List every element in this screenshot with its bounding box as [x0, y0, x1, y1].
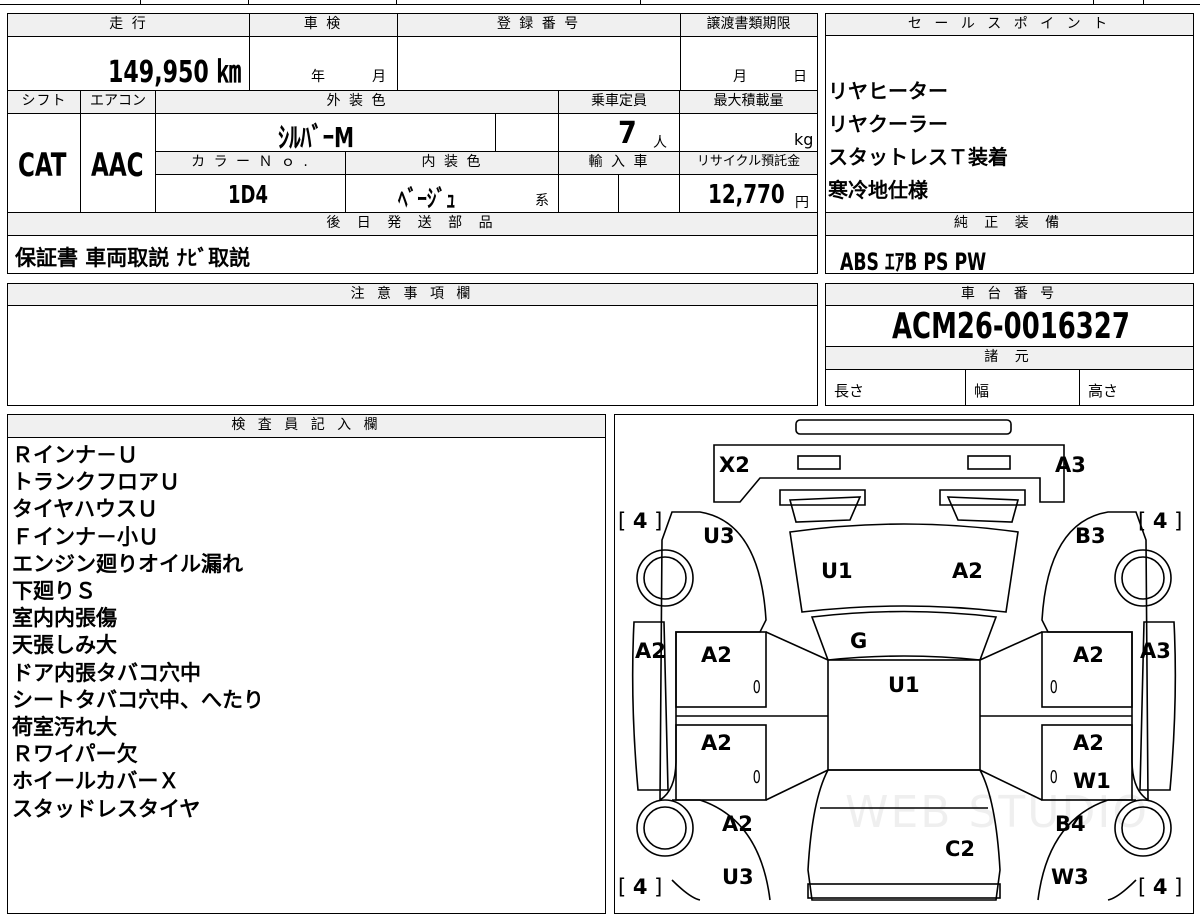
door-zero: 0	[752, 767, 761, 788]
inspector-line: タイヤハウスＵ	[12, 497, 158, 522]
door-zero: 0	[1049, 767, 1058, 788]
recycle-value: 12,770	[708, 180, 785, 210]
max-load-unit: kg	[794, 130, 814, 149]
transfer-day: 日	[793, 69, 807, 85]
sales-point-label: セ ー ル ス ポ イ ン ト	[907, 16, 1112, 32]
inspector-line: 天張しみ大	[12, 633, 117, 658]
capacity-label: 乗車定員	[591, 93, 647, 109]
interior-suffix: 系	[535, 193, 549, 209]
damage-mark: X2	[719, 453, 750, 477]
damage-mark: U3	[722, 865, 754, 889]
damage-mark: B3	[1075, 524, 1106, 548]
vehicle-info-table: 走 行 車 検 登 録 番 号 譲渡書類期限 149,950 ㎞ 年 月 月 日…	[7, 13, 818, 274]
inspector-label: 検 査 員 記 入 欄	[231, 417, 382, 433]
shift-label: シフト	[21, 93, 67, 109]
inspector-line: シートタバコ穴中、へたり	[12, 687, 264, 712]
inspection-month: 月	[372, 69, 386, 85]
damage-mark: A3	[1140, 639, 1171, 663]
mileage-label: 走 行	[109, 16, 148, 32]
spec-width: 幅	[974, 382, 990, 400]
damage-mark: U1	[888, 673, 920, 697]
damage-mark: U3	[703, 524, 735, 548]
inspection-label: 車 検	[303, 16, 343, 32]
chassis-label: 車 台 番 号	[960, 286, 1059, 302]
shift-value: CAT	[18, 146, 67, 184]
inspector-line: ドア内張タバコ穴中	[12, 660, 201, 685]
damage-mark: C2	[945, 837, 976, 861]
recycle-label: リサイクル預託金	[696, 154, 801, 169]
tire-depth-rr: [ 4 ]	[1138, 875, 1183, 899]
mileage-value: 149,950 ㎞	[108, 55, 242, 90]
damage-mark: A2	[635, 639, 666, 663]
car-damage-diagram: [ 4 ] [ 4 ] [ 4 ] [ 4 ] X2 A3 U3 B3 U1 A…	[614, 414, 1194, 914]
spec-label: 諸 元	[984, 349, 1035, 365]
chassis-panel: 車 台 番 号 ACM26-0016327 諸 元 長さ 幅 高さ	[825, 283, 1194, 406]
inspector-line: Ｆインナ－小Ｕ	[12, 524, 159, 549]
tire-depth-rl: [ 4 ]	[618, 875, 663, 899]
inspector-panel: 検 査 員 記 入 欄 Ｒインナ－Ｕ トランクフロアＵ タイヤハウスＵ Ｆインナ…	[7, 414, 606, 914]
sales-point-panel: セ ー ル ス ポ イ ン ト リヤヒーター リヤクーラー スタットレスＴ装着 …	[825, 13, 1194, 276]
sales-point-item: リヤクーラー	[828, 112, 948, 136]
inspector-line: Ｒインナ－Ｕ	[12, 443, 138, 467]
spec-length: 長さ	[834, 382, 865, 400]
tire-depth-fl: [ 4 ]	[618, 509, 663, 533]
capacity-value: 7	[618, 116, 637, 151]
inspector-line: トランクフロアＵ	[12, 470, 180, 495]
inspector-line: ホイールカバーＸ	[12, 769, 180, 794]
equipment-value: ABS ｴｱB PS PW	[840, 248, 987, 276]
transfer-deadline-label: 譲渡書類期限	[706, 16, 791, 32]
interior-color-label: 内 装 色	[421, 154, 483, 170]
damage-mark: G	[850, 629, 868, 653]
inspector-line: スタッドレスタイヤ	[12, 796, 201, 821]
damage-mark: U1	[821, 559, 853, 583]
inspector-line: 下廻りＳ	[12, 579, 96, 604]
damage-mark: A2	[701, 643, 732, 667]
damage-mark: W3	[1051, 865, 1089, 889]
color-no-label: カ ラ ー Ｎ ｏ .	[191, 154, 310, 170]
damage-mark: A2	[701, 731, 732, 755]
sales-point-item: リヤヒーター	[828, 79, 948, 103]
spec-height: 高さ	[1088, 382, 1119, 400]
inspector-notes: Ｒインナ－Ｕ トランクフロアＵ タイヤハウスＵ Ｆインナ－小Ｕ エンジン廻りオイ…	[12, 442, 602, 823]
top-strip	[0, 0, 1200, 5]
later-parts-value: 保証書 車両取説 ﾅﾋﾞ取説	[15, 246, 251, 270]
import-label: 輸 入 車	[588, 154, 650, 170]
equipment-label: 純 正 装 備	[953, 215, 1066, 231]
inspector-line: エンジン廻りオイル漏れ	[12, 551, 243, 576]
damage-mark: A2	[722, 812, 753, 836]
inspector-line: 室内内張傷	[12, 606, 117, 631]
interior-color-value: ﾍﾞｰｼﾞｭ	[398, 185, 456, 213]
door-zero: 0	[1049, 677, 1058, 698]
ac-value: AAC	[91, 146, 144, 184]
inspection-year: 年	[311, 69, 325, 85]
notes-label: 注 意 事 項 欄	[350, 286, 475, 302]
damage-mark: A3	[1055, 453, 1086, 477]
damage-mark: A2	[952, 559, 983, 583]
sales-point-item: スタットレスＴ装着	[828, 145, 1008, 169]
capacity-unit: 人	[653, 135, 667, 151]
exterior-color-value: ｼﾙﾊﾞｰM	[278, 121, 355, 154]
chassis-number: ACM26-0016327	[892, 306, 1130, 347]
registration-label: 登 録 番 号	[496, 16, 581, 32]
notes-panel: 注 意 事 項 欄	[7, 283, 818, 406]
ac-label: エアコン	[90, 93, 146, 109]
later-parts-label: 後 日 発 送 部 品	[326, 215, 499, 231]
recycle-unit: 円	[795, 195, 809, 211]
damage-mark: A2	[1073, 643, 1104, 667]
color-no-value: 1D4	[228, 180, 268, 209]
door-zero: 0	[752, 677, 761, 698]
tire-depth-fr: [ 4 ]	[1138, 509, 1183, 533]
max-load-label: 最大積載量	[713, 93, 784, 109]
damage-mark: A2	[1073, 731, 1104, 755]
sales-point-item: 寒冷地仕様	[828, 178, 928, 202]
inspector-line: Ｒワイパー欠	[12, 742, 138, 767]
watermark: WEB STUDIO	[845, 787, 1149, 838]
transfer-month: 月	[733, 69, 747, 85]
exterior-color-label: 外 装 色	[326, 93, 388, 109]
inspector-line: 荷室汚れ大	[12, 715, 117, 740]
